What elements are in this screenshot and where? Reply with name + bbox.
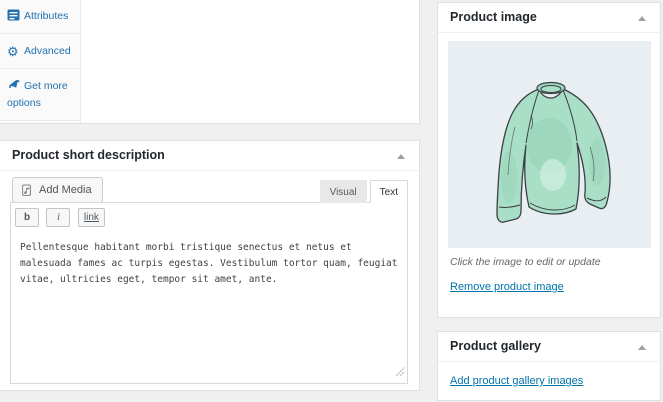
italic-button[interactable]: i xyxy=(46,208,71,227)
short-description-textarea[interactable]: Pellentesque habitant morbi tristique se… xyxy=(11,231,407,383)
editor-mode-tabs: Visual Text xyxy=(319,180,408,203)
resize-handle-icon[interactable] xyxy=(395,363,405,381)
add-media-label: Add Media xyxy=(39,184,92,196)
tab-text[interactable]: Text xyxy=(369,180,408,203)
tab-visual[interactable]: Visual xyxy=(319,180,367,203)
product-gallery-panel: Product gallery Add product gallery imag… xyxy=(437,331,661,401)
panel-title[interactable]: Product image xyxy=(438,3,660,33)
sidebar-item-advanced[interactable]: Advanced xyxy=(0,34,80,69)
product-data-panel: Attributes Advanced Get more options xyxy=(0,0,420,124)
product-gallery-title: Product gallery xyxy=(450,339,541,353)
remove-product-image-link[interactable]: Remove product image xyxy=(450,281,564,293)
product-data-tabs-sidebar: Attributes Advanced Get more options xyxy=(0,0,81,123)
product-data-tab-content xyxy=(82,0,419,123)
product-image-panel: Product image Click the image to edit or… xyxy=(437,2,661,318)
collapse-arrow-icon[interactable] xyxy=(634,332,650,362)
bold-button[interactable]: b xyxy=(15,208,39,227)
sidebar-item-get-more-options[interactable]: Get more options xyxy=(0,69,80,121)
attributes-icon xyxy=(7,9,20,21)
collapse-arrow-icon[interactable] xyxy=(393,141,409,171)
short-description-title: Product short description xyxy=(12,148,165,162)
panel-title[interactable]: Product short description xyxy=(0,141,419,171)
panel-title[interactable]: Product gallery xyxy=(438,332,660,362)
product-image-title: Product image xyxy=(450,10,537,24)
add-gallery-images-link[interactable]: Add product gallery images xyxy=(450,375,583,387)
text-editor-container: b i link Pellentesque habitant morbi tri… xyxy=(10,202,408,384)
short-description-panel: Product short description Add Media Visu… xyxy=(0,140,420,391)
image-help-text: Click the image to edit or update xyxy=(450,256,601,268)
media-icon xyxy=(21,183,34,197)
collapse-arrow-icon[interactable] xyxy=(634,3,650,33)
gear-icon xyxy=(7,45,20,57)
sidebar-item-label: Attributes xyxy=(24,10,69,22)
quicktags-toolbar: b i link xyxy=(11,203,407,231)
shirt-illustration xyxy=(495,81,611,223)
link-button[interactable]: link xyxy=(77,208,105,227)
sidebar-item-label: Advanced xyxy=(24,45,71,57)
sidebar-item-attributes[interactable]: Attributes xyxy=(0,0,80,34)
product-image-thumbnail[interactable] xyxy=(448,41,651,248)
megaphone-icon xyxy=(7,79,20,91)
add-media-button[interactable]: Add Media xyxy=(12,177,103,203)
